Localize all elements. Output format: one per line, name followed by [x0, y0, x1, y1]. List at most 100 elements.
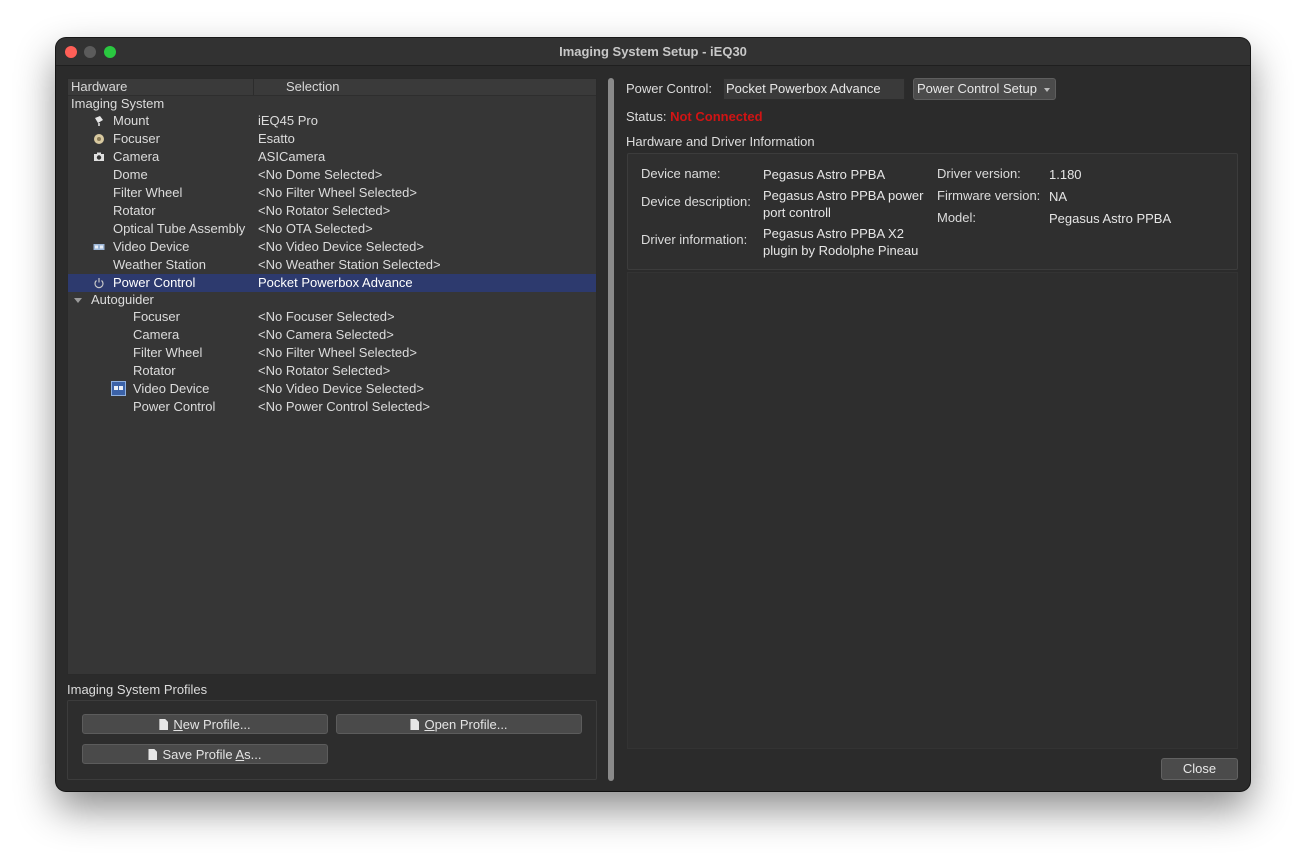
new-document-icon	[159, 719, 169, 730]
tree-row-mount[interactable]: Mount iEQ45 Pro	[68, 112, 596, 130]
hardware-selection: <No Power Control Selected>	[258, 399, 430, 414]
window-title: Imaging System Setup - iEQ30	[559, 44, 747, 59]
hardware-name: Camera	[133, 327, 180, 342]
model-label: Model:	[937, 210, 977, 225]
tree-group-autoguider[interactable]: Autoguider	[68, 291, 596, 309]
tree-row-autoguider-camera[interactable]: Camera <No Camera Selected>	[68, 326, 596, 344]
group-label: Imaging System	[71, 96, 165, 111]
tree-group-imaging-system[interactable]: Imaging System	[68, 95, 596, 113]
power-control-device-field[interactable]: Pocket Powerbox Advance	[723, 78, 905, 100]
hardware-name: Mount	[113, 113, 150, 128]
device-description-value: Pegasus Astro PPBA power port controll	[763, 188, 924, 220]
tree-row-filter-wheel[interactable]: Filter Wheel <No Filter Wheel Selected>	[68, 184, 596, 202]
minimize-window-icon[interactable]	[84, 46, 96, 58]
device-name-label: Device name:	[641, 166, 721, 181]
hardware-name: Filter Wheel	[113, 185, 183, 200]
mount-icon	[95, 116, 103, 126]
hardware-selection: <No Weather Station Selected>	[258, 257, 441, 272]
hardware-info-group: Device name: Pegasus Astro PPBA Device d…	[627, 153, 1238, 270]
status-label: Status:	[626, 109, 667, 124]
close-window-icon[interactable]	[65, 46, 77, 58]
driver-version-label: Driver version:	[937, 166, 1021, 181]
new-profile-button[interactable]: New Profile...	[82, 714, 328, 734]
close-button[interactable]: Close	[1161, 758, 1238, 780]
status-row: Status: Not Connected	[626, 109, 763, 124]
tree-row-autoguider-rotator[interactable]: Rotator <No Rotator Selected>	[68, 362, 596, 380]
hardware-name: Power Control	[133, 399, 216, 414]
hardware-name: Video Device	[113, 239, 190, 254]
tree-row-video-device[interactable]: Video Device <No Video Device Selected>	[68, 238, 596, 256]
firmware-version-value: NA	[1049, 189, 1068, 204]
profiles-group: New Profile... Open Profile... Save Prof…	[67, 700, 597, 780]
hardware-selection: <No Rotator Selected>	[258, 203, 391, 218]
hardware-name: Optical Tube Assembly	[113, 221, 246, 236]
device-name-value: Pegasus Astro PPBA	[763, 167, 886, 182]
hardware-tree[interactable]: Hardware Selection Imaging System Mount …	[67, 78, 597, 675]
hardware-selection: <No Filter Wheel Selected>	[258, 185, 417, 200]
hardware-name: Filter Wheel	[133, 345, 203, 360]
hardware-name: Power Control	[113, 275, 196, 290]
device-description-label: Device description:	[641, 194, 751, 209]
hardware-selection: <No Filter Wheel Selected>	[258, 345, 417, 360]
focuser-icon	[94, 134, 104, 144]
status-value: Not Connected	[670, 109, 763, 124]
tree-row-autoguider-video-device[interactable]: Video Device <No Video Device Selected>	[68, 380, 596, 398]
group-label: Autoguider	[91, 292, 154, 307]
hardware-name: Focuser	[113, 131, 160, 146]
panel-splitter[interactable]	[608, 78, 614, 781]
tree-row-camera[interactable]: Camera ASICamera	[68, 148, 596, 166]
hardware-name: Dome	[113, 167, 148, 182]
driver-information-value: Pegasus Astro PPBA X2 plugin by Rodolphe…	[763, 226, 919, 258]
hardware-selection: ASICamera	[258, 149, 326, 164]
camera-icon	[94, 152, 104, 161]
hardware-name: Camera	[113, 149, 160, 164]
hardware-selection: <No Camera Selected>	[258, 327, 394, 342]
hardware-name: Focuser	[133, 309, 180, 324]
hardware-name: Rotator	[133, 363, 176, 378]
hardware-selection: Esatto	[258, 131, 295, 146]
title-bar[interactable]: Imaging System Setup - iEQ30	[56, 38, 1250, 66]
tree-row-weather-station[interactable]: Weather Station <No Weather Station Sele…	[68, 256, 596, 274]
power-control-label: Power Control:	[626, 81, 712, 96]
video-device-icon	[93, 244, 105, 250]
video-device-icon	[111, 381, 126, 396]
tree-row-focuser[interactable]: Focuser Esatto	[68, 130, 596, 148]
tree-row-autoguider-power-control[interactable]: Power Control <No Power Control Selected…	[68, 398, 596, 416]
hardware-selection: <No Video Device Selected>	[258, 239, 424, 254]
chevron-down-icon[interactable]	[74, 298, 82, 303]
hardware-name: Rotator	[113, 203, 156, 218]
hardware-selection: <No Focuser Selected>	[258, 309, 395, 324]
imaging-system-setup-window: Imaging System Setup - iEQ30 Hardware Se…	[56, 38, 1250, 791]
tree-row-optical-tube-assembly[interactable]: Optical Tube Assembly <No OTA Selected>	[68, 220, 596, 238]
tree-header: Hardware Selection	[68, 79, 596, 96]
hardware-selection: <No Video Device Selected>	[258, 381, 424, 396]
save-icon	[148, 749, 158, 760]
hardware-selection: Pocket Powerbox Advance	[258, 275, 413, 290]
tree-row-power-control[interactable]: Power Control Pocket Powerbox Advance	[68, 274, 596, 292]
tree-row-rotator[interactable]: Rotator <No Rotator Selected>	[68, 202, 596, 220]
save-profile-as-button[interactable]: Save Profile As...	[82, 744, 328, 764]
firmware-version-label: Firmware version:	[937, 188, 1041, 203]
selection-column-header[interactable]: Selection	[286, 79, 339, 95]
hardware-selection: iEQ45 Pro	[258, 113, 318, 128]
driver-version-value: 1.180	[1049, 167, 1082, 182]
hardware-selection: <No OTA Selected>	[258, 221, 373, 236]
hardware-info-title: Hardware and Driver Information	[626, 134, 815, 149]
power-control-setup-dropdown[interactable]: Power Control Setup	[913, 78, 1056, 100]
tree-row-autoguider-filter-wheel[interactable]: Filter Wheel <No Filter Wheel Selected>	[68, 344, 596, 362]
hardware-name: Video Device	[133, 381, 210, 396]
open-profile-button[interactable]: Open Profile...	[336, 714, 582, 734]
tree-row-dome[interactable]: Dome <No Dome Selected>	[68, 166, 596, 184]
model-value: Pegasus Astro PPBA	[1049, 211, 1172, 226]
zoom-window-icon[interactable]	[104, 46, 116, 58]
open-document-icon	[410, 719, 420, 730]
tree-row-autoguider-focuser[interactable]: Focuser <No Focuser Selected>	[68, 308, 596, 326]
hardware-name: Weather Station	[113, 257, 206, 272]
chevron-down-icon	[1044, 88, 1050, 92]
power-icon	[94, 278, 104, 289]
driver-information-label: Driver information:	[641, 232, 748, 247]
hardware-selection: <No Rotator Selected>	[258, 363, 391, 378]
device-settings-area	[627, 272, 1238, 749]
hardware-column-header[interactable]: Hardware	[71, 79, 254, 95]
profiles-group-label: Imaging System Profiles	[67, 682, 208, 697]
